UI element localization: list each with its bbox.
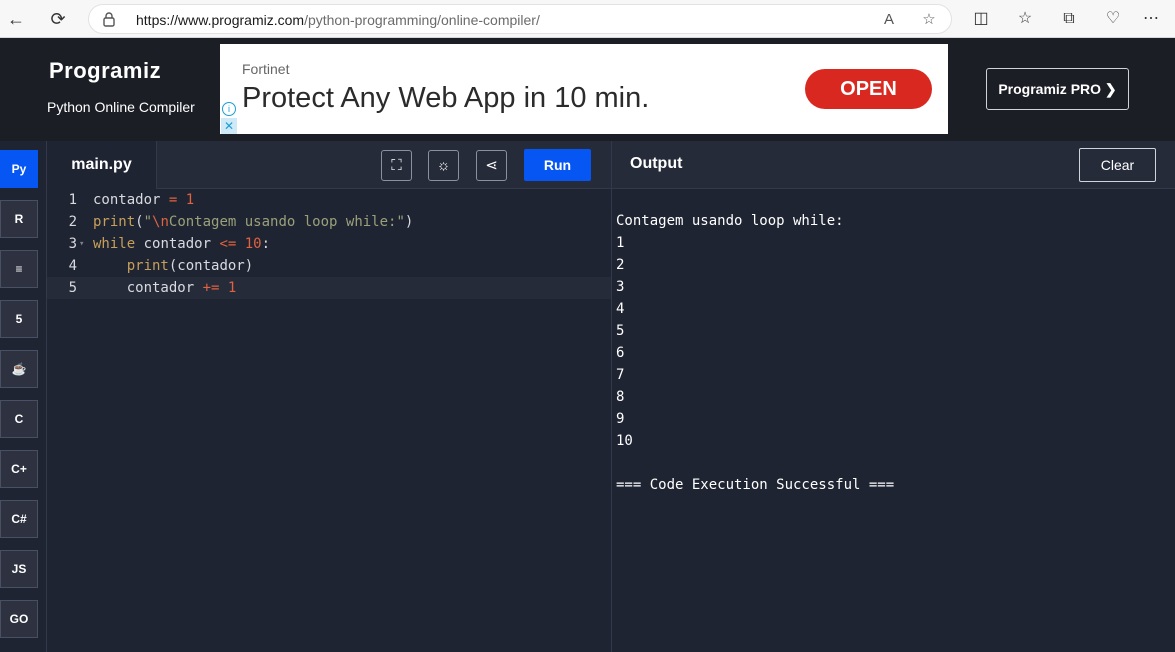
output-toolbar: Output Clear (612, 141, 1175, 189)
output-line: 10 (616, 433, 633, 449)
ad-brand: Fortinet (242, 61, 290, 77)
output-line: 1 (616, 235, 625, 251)
code-line-active[interactable]: 5 contador += 1 (47, 277, 611, 299)
programiz-pro-button[interactable]: Programiz PRO ❯ (986, 68, 1129, 110)
python-icon[interactable]: Py (0, 150, 38, 188)
refresh-icon[interactable]: ⟳ (46, 7, 70, 31)
favorites-icon[interactable]: ☆ (1014, 8, 1036, 30)
sql-icon[interactable]: ≡ (0, 250, 38, 288)
output-line: 5 (616, 323, 625, 339)
code-line[interactable]: 4 print(contador) (47, 255, 611, 277)
output-panel: Output Clear Contagem usando loop while:… (612, 141, 1175, 652)
url-text: https://www.programiz.com/python-program… (136, 12, 540, 28)
ad-open-button[interactable]: OPEN (805, 69, 932, 109)
favorite-star-icon[interactable]: ☆ (919, 10, 939, 30)
code-text: contador = 1 (93, 192, 195, 208)
code-line[interactable]: 1 contador = 1 (47, 189, 611, 211)
code-area[interactable]: 1 contador = 1 2 print("\nContagem usand… (47, 189, 611, 299)
fullscreen-icon[interactable]: ⛶ (381, 150, 412, 181)
javascript-icon[interactable]: JS (0, 550, 38, 588)
line-number: 1 (68, 192, 77, 208)
output-line: Contagem usando loop while: (616, 213, 844, 229)
code-line[interactable]: 3 ▾ while contador <= 10: (47, 233, 611, 255)
page-subtitle: Python Online Compiler (47, 99, 195, 115)
line-number: 5 (68, 280, 77, 296)
line-number: 3 (68, 236, 77, 252)
back-icon[interactable]: ← (4, 7, 28, 31)
output-line: 7 (616, 367, 625, 383)
more-menu-icon[interactable]: ⋯ (1140, 8, 1162, 30)
code-editor-panel: main.py ⛶ ☼ ⋖ Run 1 contador = 1 2 print… (47, 141, 611, 652)
advertisement[interactable]: Fortinet Protect Any Web App in 10 min. … (220, 44, 948, 134)
html-icon[interactable]: 5 (0, 300, 38, 338)
split-screen-icon[interactable]: ◫ (970, 8, 992, 30)
line-number: 4 (68, 258, 77, 274)
read-aloud-icon[interactable]: A (879, 10, 899, 30)
output-line: 8 (616, 389, 625, 405)
execution-status: === Code Execution Successful === (616, 477, 895, 493)
programiz-logo[interactable]: Programiz (49, 58, 161, 84)
go-icon[interactable]: GO (0, 600, 38, 638)
ad-headline[interactable]: Protect Any Web App in 10 min. (242, 82, 649, 115)
language-sidebar: Py R ≡ 5 ☕ C C+ C# JS GO (0, 141, 47, 652)
csharp-icon[interactable]: C# (0, 500, 38, 538)
cpp-icon[interactable]: C+ (0, 450, 38, 488)
run-button[interactable]: Run (524, 149, 591, 181)
output-line: 6 (616, 345, 625, 361)
lock-icon (103, 12, 115, 27)
clear-button[interactable]: Clear (1079, 148, 1156, 182)
file-tab[interactable]: main.py (47, 141, 157, 189)
code-line[interactable]: 2 print("\nContagem usando loop while:") (47, 211, 611, 233)
share-icon[interactable]: ⋖ (476, 150, 507, 181)
theme-toggle-icon[interactable]: ☼ (428, 150, 459, 181)
java-icon[interactable]: ☕ (0, 350, 38, 388)
output-line: 3 (616, 279, 625, 295)
output-line: 9 (616, 411, 625, 427)
performance-icon[interactable]: ♡ (1102, 8, 1124, 30)
code-text: print("\nContagem usando loop while:") (93, 214, 414, 230)
line-number: 2 (68, 214, 77, 230)
ad-info-icon[interactable]: i (222, 102, 236, 116)
output-line: 4 (616, 301, 625, 317)
editor-toolbar: main.py ⛶ ☼ ⋖ Run (47, 141, 611, 189)
site-header: Programiz Python Online Compiler Fortine… (0, 38, 1175, 141)
output-line: 2 (616, 257, 625, 273)
output-title: Output (630, 155, 683, 172)
fold-arrow-icon[interactable]: ▾ (79, 233, 84, 255)
code-text: contador += 1 (93, 280, 237, 296)
browser-toolbar: ← ⟳ https://www.programiz.com/python-pro… (0, 0, 1175, 38)
code-text: print(contador) (126, 258, 254, 274)
c-icon[interactable]: C (0, 400, 38, 438)
collections-icon[interactable]: ⧉ (1058, 8, 1080, 30)
r-icon[interactable]: R (0, 200, 38, 238)
address-bar[interactable]: https://www.programiz.com/python-program… (88, 4, 952, 34)
code-text: while contador <= 10: (93, 236, 271, 252)
ad-close-icon[interactable]: ✕ (221, 118, 237, 134)
output-console[interactable]: Contagem usando loop while: 1 2 3 4 5 6 … (616, 210, 894, 496)
